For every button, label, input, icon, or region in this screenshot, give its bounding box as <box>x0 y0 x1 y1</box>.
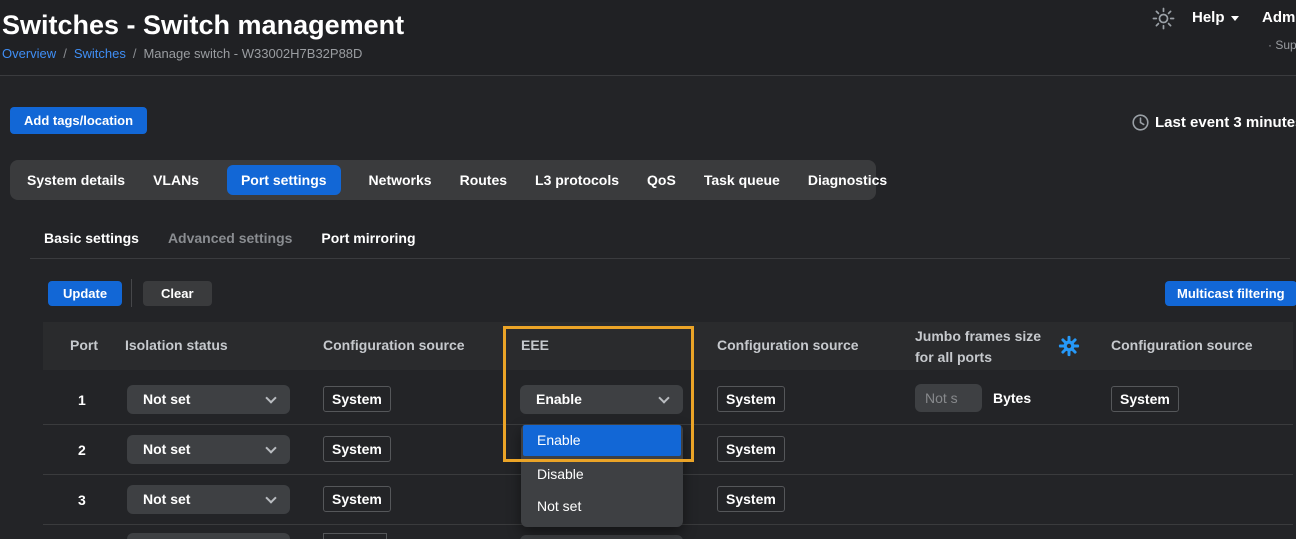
dropdown-option-not-set[interactable]: Not set <box>523 492 681 520</box>
isolation-status-select-row3[interactable]: Not set <box>127 485 290 514</box>
page-title: Switches - Switch management <box>2 10 404 41</box>
col-header-eee: EEE <box>521 337 549 353</box>
subtab-port-mirroring[interactable]: Port mirroring <box>321 230 415 246</box>
update-button[interactable]: Update <box>48 281 122 306</box>
config-source-badge: System <box>323 486 391 512</box>
breadcrumb-separator: / <box>56 46 74 61</box>
subtab-basic-settings[interactable]: Basic settings <box>44 230 139 246</box>
col-header-configuration-source-3: Configuration source <box>1111 337 1253 353</box>
subtab-divider <box>30 258 1290 259</box>
col-header-configuration-source-2: Configuration source <box>717 337 859 353</box>
tab-vlans[interactable]: VLANs <box>153 165 199 195</box>
button-divider <box>131 279 132 307</box>
jumbo-frames-size-input: Not s <box>915 384 982 412</box>
config-source-badge: System <box>1111 386 1179 412</box>
bytes-unit-label: Bytes <box>993 390 1031 406</box>
port-settings-subtabs: Basic settings Advanced settings Port mi… <box>44 230 416 246</box>
brightness-icon[interactable] <box>1152 7 1175 30</box>
subtab-advanced-settings[interactable]: Advanced settings <box>168 230 292 246</box>
breadcrumb-link-switches[interactable]: Switches <box>74 46 126 61</box>
dropdown-option-enable[interactable]: Enable <box>523 425 681 456</box>
admin-menu[interactable]: Admin <box>1262 9 1296 26</box>
config-source-badge: System <box>717 386 785 412</box>
breadcrumb-separator: / <box>126 46 144 61</box>
switch-management-screen: Switches - Switch management Overview/Sw… <box>0 0 1296 539</box>
chevron-down-icon <box>265 442 276 453</box>
tab-port-settings[interactable]: Port settings <box>227 165 341 195</box>
config-source-badge: System <box>323 386 391 412</box>
add-tags-location-button[interactable]: Add tags/location <box>10 107 147 134</box>
chevron-down-icon <box>1231 16 1239 21</box>
main-tabbar: System details VLANs Port settings Netwo… <box>10 160 876 200</box>
breadcrumb-link-overview[interactable]: Overview <box>2 46 56 61</box>
eee-select-row4-partial[interactable] <box>520 535 683 539</box>
col-header-isolation-status: Isolation status <box>125 337 228 353</box>
gear-icon[interactable] <box>1058 335 1080 357</box>
tab-task-queue[interactable]: Task queue <box>704 165 780 195</box>
eee-dropdown-menu: Enable Disable Not set <box>521 424 683 527</box>
multicast-filtering-button[interactable]: Multicast filtering <box>1165 281 1296 306</box>
dropdown-option-disable[interactable]: Disable <box>523 460 681 488</box>
top-header-band: Switches - Switch management Overview/Sw… <box>0 0 1296 76</box>
tab-diagnostics[interactable]: Diagnostics <box>808 165 887 195</box>
port-number: 3 <box>78 492 86 508</box>
chevron-down-icon <box>658 392 669 403</box>
eee-select-row1[interactable]: Enable <box>520 385 683 414</box>
port-number: 1 <box>78 392 86 408</box>
config-source-badge: System <box>717 486 785 512</box>
admin-subtext: · Sup <box>1268 38 1296 52</box>
tab-l3-protocols[interactable]: L3 protocols <box>535 165 619 195</box>
chevron-down-icon <box>265 392 276 403</box>
tab-routes[interactable]: Routes <box>460 165 507 195</box>
clear-button[interactable]: Clear <box>143 281 212 306</box>
config-source-badge: System <box>323 436 391 462</box>
clock-icon <box>1131 113 1150 132</box>
col-header-port: Port <box>70 337 98 353</box>
tab-qos[interactable]: QoS <box>647 165 676 195</box>
tab-system-details[interactable]: System details <box>27 165 125 195</box>
table-header <box>43 322 1293 370</box>
config-source-badge: System <box>717 436 785 462</box>
port-number: 2 <box>78 442 86 458</box>
chevron-down-icon <box>265 492 276 503</box>
isolation-status-select-row4-partial[interactable] <box>127 533 290 539</box>
col-header-configuration-source-1: Configuration source <box>323 337 465 353</box>
isolation-status-select-row1[interactable]: Not set <box>127 385 290 414</box>
tab-networks[interactable]: Networks <box>369 165 432 195</box>
breadcrumb: Overview/Switches/Manage switch - W33002… <box>2 46 362 61</box>
breadcrumb-current: Manage switch - W33002H7B32P88D <box>143 46 362 61</box>
last-event-status: Last event 3 minutes <box>1155 114 1296 131</box>
isolation-status-select-row2[interactable]: Not set <box>127 435 290 464</box>
help-menu[interactable]: Help <box>1192 9 1239 26</box>
col-header-jumbo-frames: Jumbo frames size for all ports <box>915 326 1047 368</box>
config-source-badge-partial <box>323 533 387 539</box>
